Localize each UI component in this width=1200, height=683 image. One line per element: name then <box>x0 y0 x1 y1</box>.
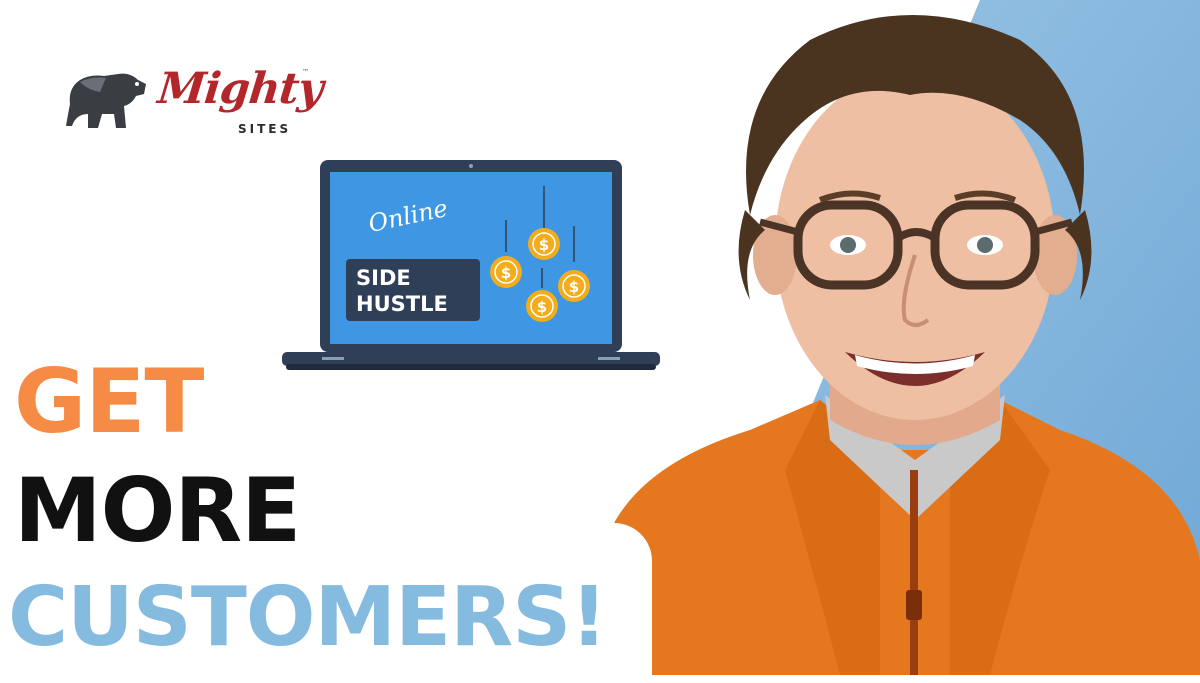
trademark-symbol: ™ <box>302 68 309 76</box>
badge-line-1: SIDE <box>356 266 411 290</box>
side-hustle-badge: SIDE HUSTLE <box>346 259 480 321</box>
mighty-sites-logo: Mighty ™ SITES <box>66 64 325 141</box>
logo-wordmark: Mighty <box>155 64 325 114</box>
badge-line-2: HUSTLE <box>356 292 448 316</box>
presenter-photo <box>580 0 1200 675</box>
headline-line-get: GET <box>14 350 204 453</box>
laptop-illustration: $ $ $ $ Online SIDE HUSTLE <box>282 160 660 376</box>
svg-text:$: $ <box>539 236 549 254</box>
bear-icon <box>66 73 146 128</box>
headline: GET MORE CUSTOMERS! <box>0 345 652 683</box>
headline-line-customers: CUSTOMERS! <box>8 570 608 665</box>
svg-text:$: $ <box>501 264 511 282</box>
headline-line-more: MORE <box>14 459 301 562</box>
svg-text:$: $ <box>537 298 547 316</box>
svg-text:$: $ <box>569 278 579 296</box>
logo-subtitle: SITES <box>238 122 292 136</box>
